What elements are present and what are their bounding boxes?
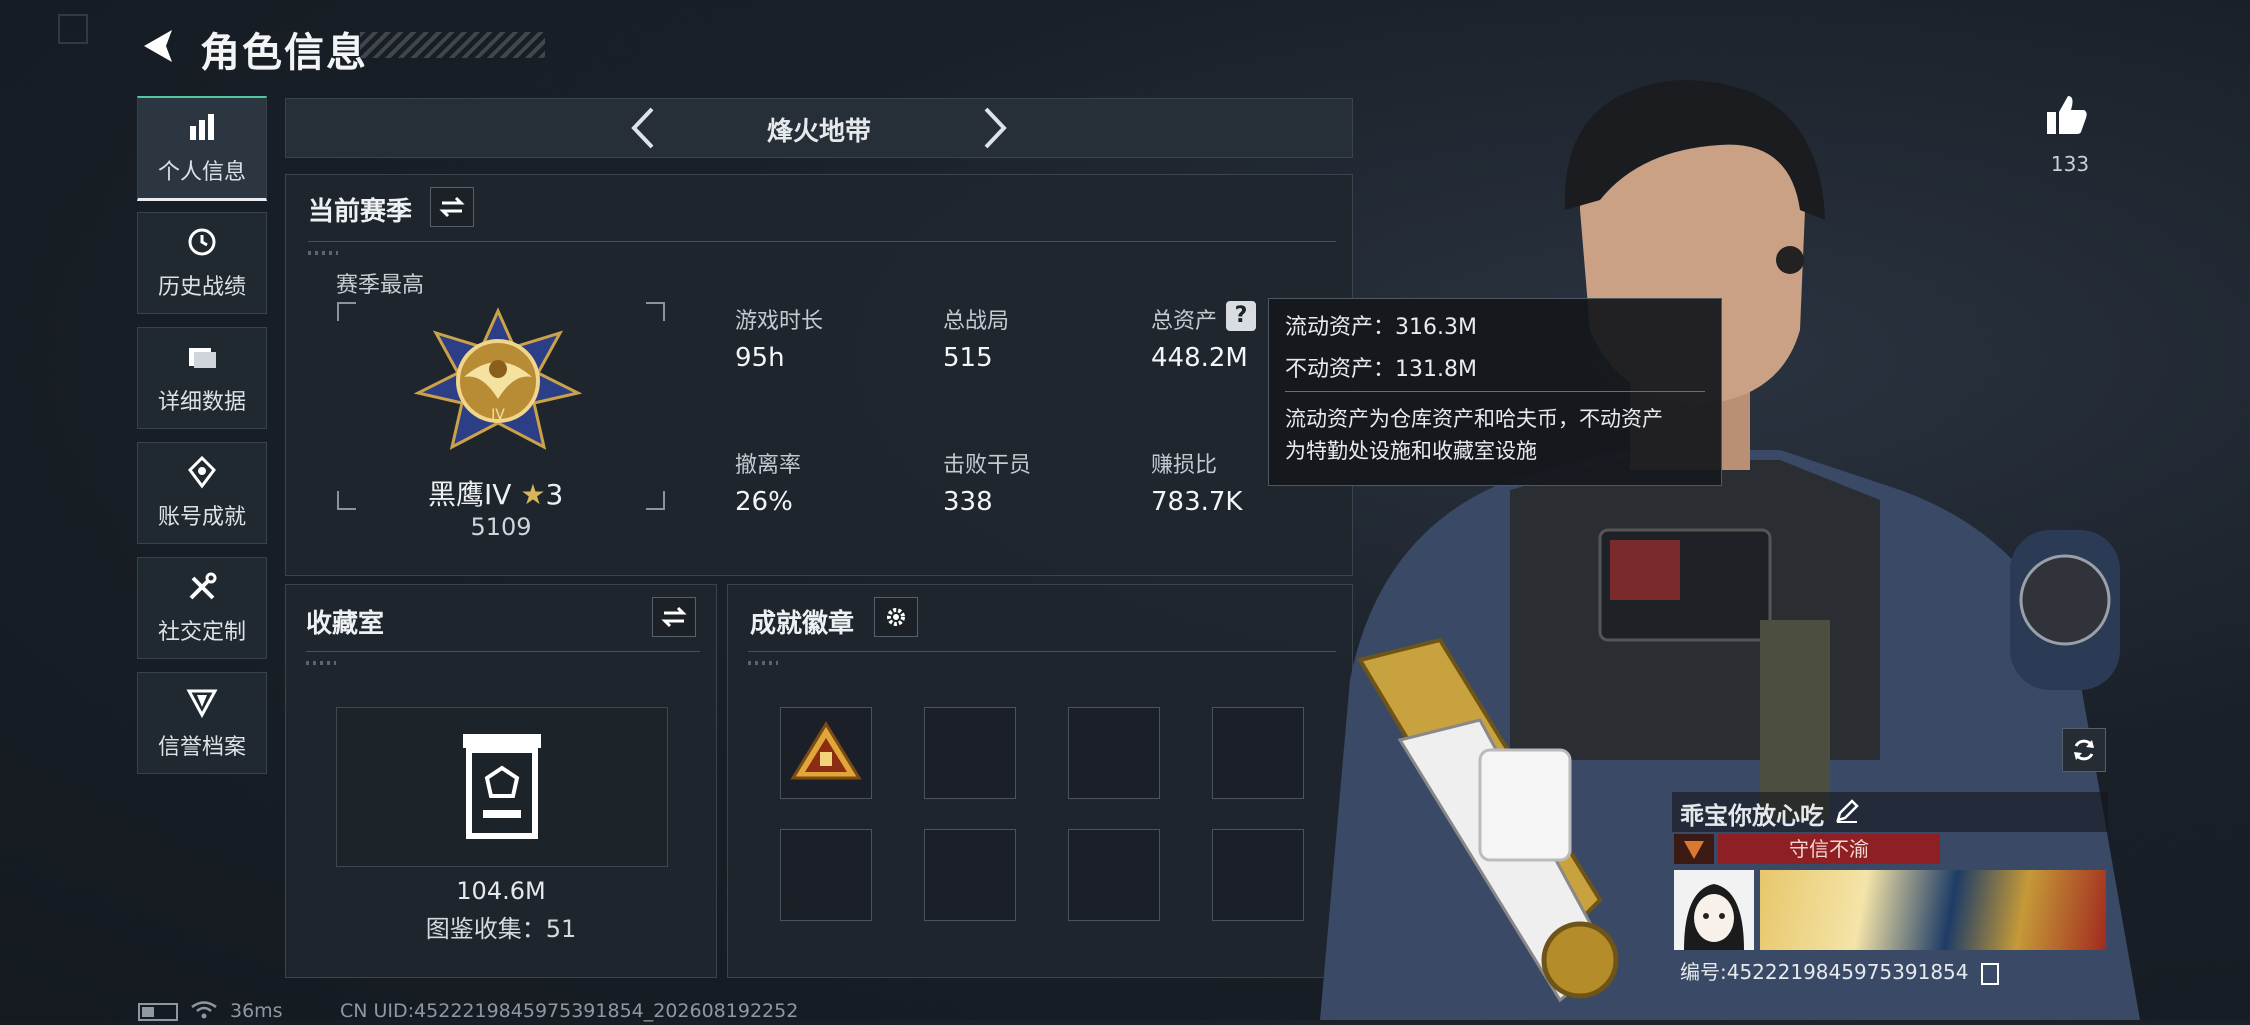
switch-icon xyxy=(661,606,687,628)
stat-label-extract-rate: 撤离率 xyxy=(735,453,802,478)
badge-slot[interactable] xyxy=(924,829,1016,921)
edit-icon[interactable] xyxy=(1834,798,1860,824)
tooltip-note-line2: 为特勤处设施和收藏室设施 xyxy=(1285,439,1537,463)
reputation-banner: 守信不渝 xyxy=(1718,834,1940,864)
stat-value-matches: 515 xyxy=(943,343,993,373)
vault-icon xyxy=(463,734,541,839)
stat-label-matches: 总战局 xyxy=(943,309,1010,334)
copy-icon[interactable] xyxy=(1980,962,1999,985)
sidebar-item-personal-info[interactable]: 个人信息 xyxy=(137,96,267,201)
uid-text: CN UID:4522219845975391854_202608192252 xyxy=(340,1000,799,1022)
tools-icon xyxy=(189,572,217,600)
season-switch-button[interactable] xyxy=(430,187,474,227)
back-arrow-icon xyxy=(144,30,172,62)
back-button[interactable] xyxy=(138,24,182,68)
collection-value: 104.6M xyxy=(456,877,546,905)
divider xyxy=(306,651,700,652)
ping-value: 36ms xyxy=(230,1000,283,1022)
collection-panel: 收藏室 104.6M 图鉴收集：51 xyxy=(285,584,717,978)
stat-value-kills: 338 xyxy=(943,487,993,517)
corner-decoration xyxy=(58,14,88,44)
season-best-label: 赛季最高 xyxy=(336,273,425,298)
rank-emblem-icon: IV xyxy=(414,307,582,450)
sidebar-item-label: 信誉档案 xyxy=(157,735,246,760)
player-name-card: 乖宝你放心吃 守信不渝 xyxy=(1672,792,2108,952)
sidebar-item-label: 账号成就 xyxy=(157,505,246,530)
achievement-icon xyxy=(188,455,216,489)
badge-slot[interactable] xyxy=(924,707,1016,799)
tooltip-fixed-assets: 不动资产：131.8M xyxy=(1285,357,1477,382)
decoration-dots xyxy=(748,661,778,665)
bar-chart-icon xyxy=(190,114,214,140)
sidebar-item-detailed-data[interactable]: 详细数据 xyxy=(137,327,267,429)
like-button[interactable] xyxy=(2044,92,2090,138)
badge-slot[interactable] xyxy=(780,829,872,921)
profile-banner-image[interactable] xyxy=(1760,870,2106,950)
star-icon: ★ xyxy=(520,478,546,511)
assets-tooltip: 流动资产：316.3M 不动资产：131.8M 流动资产为仓库资产和哈夫币，不动… xyxy=(1268,298,1722,486)
badges-title: 成就徽章 xyxy=(750,609,855,639)
shield-icon xyxy=(186,689,218,719)
player-id-row: 编号:4522219845975391854 xyxy=(1680,956,1999,985)
stat-label-kills: 击败干员 xyxy=(943,453,1032,478)
sidebar-item-history[interactable]: 历史战绩 xyxy=(137,212,267,314)
tooltip-divider xyxy=(1285,391,1705,392)
history-icon xyxy=(188,228,216,256)
badge-slot[interactable] xyxy=(1068,707,1160,799)
tooltip-liquid-assets: 流动资产：316.3M xyxy=(1285,315,1477,340)
folder-icon xyxy=(189,348,216,368)
next-mode-button[interactable] xyxy=(976,105,1012,151)
title-decoration xyxy=(360,32,545,58)
player-name: 乖宝你放心吃 xyxy=(1680,802,1824,830)
avatar-image xyxy=(1684,884,1744,950)
badge-slot[interactable] xyxy=(1068,829,1160,921)
page-title: 角色信息 xyxy=(200,30,368,76)
collection-preview[interactable] xyxy=(336,707,668,867)
stat-value-playtime: 95h xyxy=(735,343,785,373)
rotate-button[interactable] xyxy=(2062,728,2106,772)
decoration-dots xyxy=(306,661,336,665)
avatar[interactable] xyxy=(1674,870,1754,950)
sidebar-item-label: 详细数据 xyxy=(157,390,246,415)
collection-switch-button[interactable] xyxy=(652,597,696,637)
sidebar-item-achievements[interactable]: 账号成就 xyxy=(137,442,267,544)
like-count: 133 xyxy=(2050,152,2090,176)
badge-slot[interactable] xyxy=(780,707,872,799)
rank-name: 黑鹰IV xyxy=(428,478,512,511)
sidebar-item-social[interactable]: 社交定制 xyxy=(137,557,267,659)
switch-icon xyxy=(439,196,465,218)
tooltip-note-line1: 流动资产为仓库资产和哈夫币，不动资产 xyxy=(1285,407,1663,431)
sidebar-item-reputation[interactable]: 信誉档案 xyxy=(137,672,267,774)
sidebar-item-label: 社交定制 xyxy=(157,620,246,645)
pyramid-badge-icon xyxy=(790,721,862,780)
badges-settings-button[interactable] xyxy=(874,597,918,637)
decoration-dots xyxy=(308,251,338,255)
rank-points: 5109 xyxy=(470,513,532,541)
rank-name-row: 黑鹰IV ★3 xyxy=(428,473,563,513)
stat-label-playtime: 游戏时长 xyxy=(735,309,824,334)
sidebar-item-label: 个人信息 xyxy=(157,160,246,185)
battery-icon xyxy=(138,1000,178,1022)
gear-icon xyxy=(887,608,905,626)
season-title: 当前赛季 xyxy=(308,197,413,227)
collection-title: 收藏室 xyxy=(306,609,385,639)
stat-value-extract-rate: 26% xyxy=(735,487,793,517)
rank-stars: 3 xyxy=(545,478,564,511)
reputation-emblem-icon xyxy=(1674,834,1714,864)
refresh-icon xyxy=(2074,739,2094,761)
player-id: 编号:4522219845975391854 xyxy=(1680,960,1969,984)
sidebar-item-label: 历史战绩 xyxy=(157,275,246,300)
svg-text:IV: IV xyxy=(491,407,505,423)
collection-count: 图鉴收集：51 xyxy=(425,915,577,943)
wifi-icon xyxy=(190,1000,218,1025)
